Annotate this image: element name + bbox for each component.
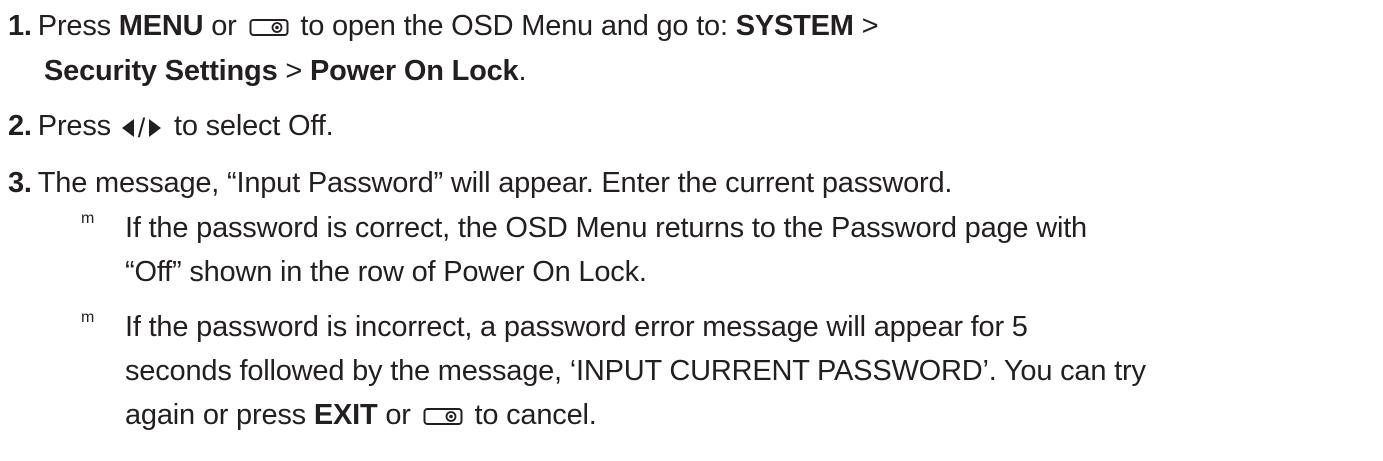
bullet-1-line-1: If the password is correct, the OSD Menu… (125, 212, 1087, 244)
system-label: SYSTEM (735, 10, 854, 42)
remote-button-icon (423, 400, 463, 436)
left-right-arrows: / (121, 110, 162, 146)
bullet-2-text: to cancel. (466, 399, 597, 431)
bullet-marker: m (81, 210, 95, 227)
step-1-text: > (277, 55, 310, 87)
menu-label: MENU (118, 10, 204, 42)
power-on-lock-label: Power On Lock (309, 55, 519, 87)
bullet-marker: m (81, 309, 95, 326)
arrow-separator: / (137, 113, 146, 143)
bullet-2-line-1: If the password is incorrect, a password… (125, 311, 1028, 343)
security-settings-label: Security Settings (44, 55, 278, 87)
step-1-text: > (853, 10, 879, 42)
remote-button-icon (249, 11, 289, 47)
step-1-text: . (518, 55, 527, 87)
step-3-text: The message, “Input Password” will appea… (37, 167, 953, 199)
step-3-line: 3. The message, “Input Password” will app… (8, 165, 952, 201)
step-1-line-2: Security Settings > Power On Lock. (44, 53, 527, 89)
right-arrow-icon (149, 119, 162, 137)
bullet-2-text: or (377, 399, 419, 431)
step-1-line-1: 1. Press MENU or to open the OSD Menu and… (8, 8, 879, 47)
step-3-number: 3. (8, 167, 32, 199)
step-1-text: Press (37, 10, 119, 42)
left-arrow-icon (121, 119, 134, 137)
step-1-number: 1. (8, 10, 32, 42)
bullet-2-line-2: seconds followed by the message, ‘INPUT … (125, 355, 1146, 387)
bullet-1-line-2: “Off” shown in the row of Power On Lock. (125, 256, 647, 288)
step-2-number: 2. (8, 110, 32, 142)
step-2-line: 2. Press / to select Off. (8, 108, 334, 146)
bullet-2-line-3: again or press EXIT or to cancel. (125, 397, 597, 436)
step-2-text: Press (37, 110, 119, 142)
exit-label: EXIT (313, 399, 378, 431)
step-1-text: or (203, 10, 245, 42)
instruction-page: 1. Press MENU or to open the OSD Menu and… (0, 0, 1383, 461)
step-1-text: to open the OSD Menu and go to: (292, 10, 736, 42)
step-2-text: to select Off. (166, 110, 334, 142)
bullet-2-text: again or press (125, 399, 314, 431)
